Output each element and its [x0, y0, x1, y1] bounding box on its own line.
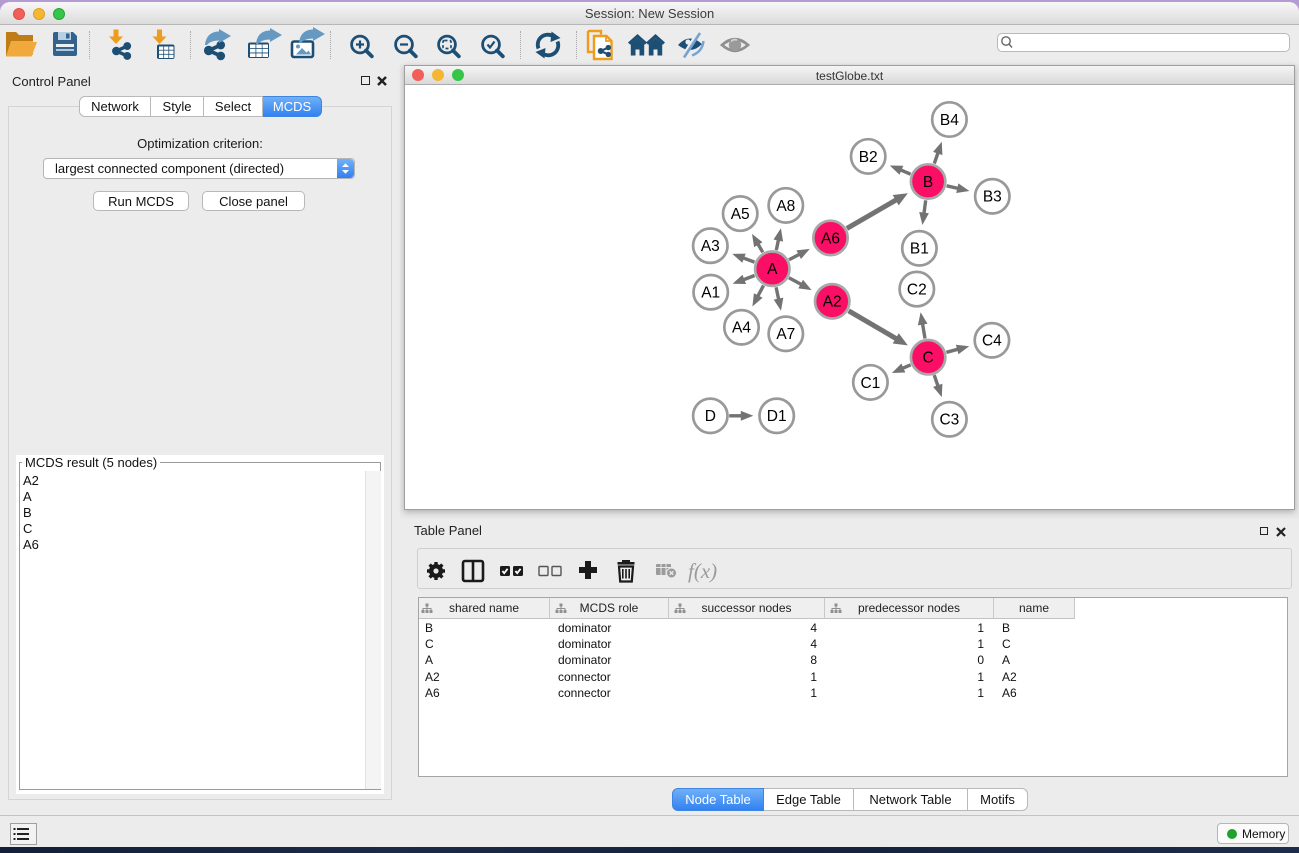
svg-text:B1: B1 [910, 241, 929, 258]
svg-text:C2: C2 [907, 282, 927, 299]
svg-text:C3: C3 [939, 412, 959, 429]
svg-text:A: A [767, 261, 778, 278]
svg-text:C4: C4 [982, 333, 1002, 350]
svg-text:A1: A1 [701, 285, 720, 302]
svg-text:D: D [705, 408, 716, 425]
svg-text:A8: A8 [776, 198, 795, 215]
svg-text:B: B [923, 174, 933, 191]
svg-text:B3: B3 [983, 189, 1002, 206]
svg-text:A7: A7 [776, 326, 795, 343]
svg-text:f(x): f(x) [688, 559, 717, 583]
svg-text:A2: A2 [823, 294, 842, 311]
svg-text:B4: B4 [940, 112, 959, 129]
svg-text:A5: A5 [731, 206, 750, 223]
svg-text:C: C [922, 350, 933, 367]
svg-text:A4: A4 [732, 320, 751, 337]
svg-text:A3: A3 [701, 238, 720, 255]
svg-text:B2: B2 [859, 149, 878, 166]
svg-text:D1: D1 [767, 408, 787, 425]
svg-text:A6: A6 [821, 230, 840, 247]
svg-text:C1: C1 [860, 375, 880, 392]
